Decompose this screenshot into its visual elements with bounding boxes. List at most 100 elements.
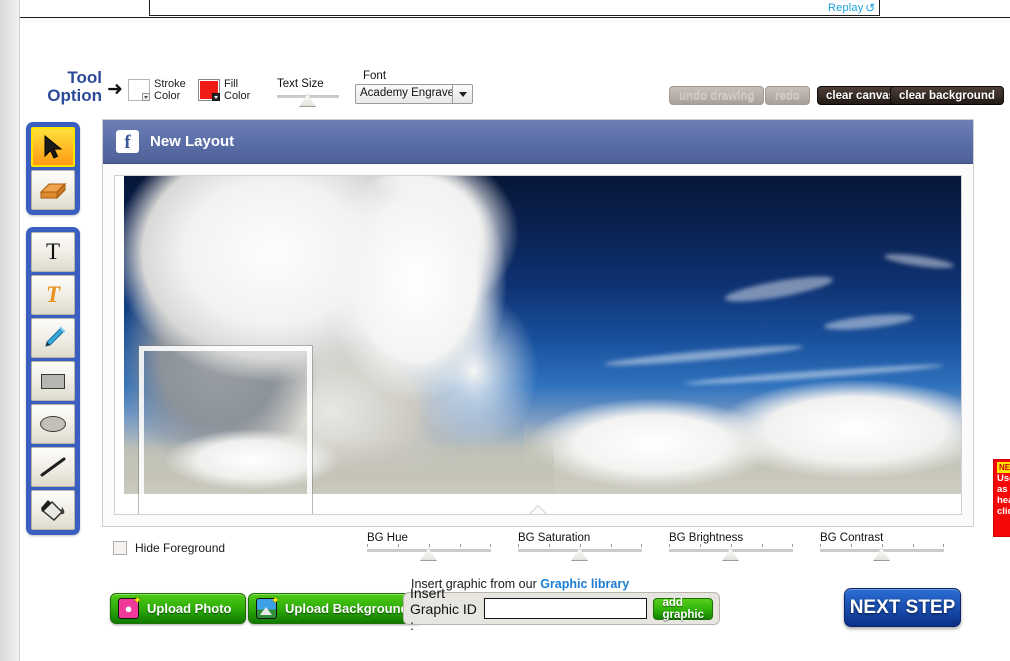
styled-text-T-icon: T [45, 282, 61, 307]
text-size-label: Text Size [277, 78, 324, 90]
tool-option-title-line2: Option [47, 86, 102, 105]
stroke-color-label: Stroke Color [154, 78, 186, 102]
cursor-arrow-icon [44, 134, 63, 159]
ellipse-shape-icon [40, 416, 66, 432]
notice-line-2: as [997, 484, 1008, 495]
font-select-value: Academy Engrave [356, 85, 452, 103]
new-badge: NEW [997, 462, 1010, 473]
clear-canvas-label: clear canvas [826, 89, 896, 102]
pen-icon [45, 326, 66, 347]
person-photo-icon: ● ✦ [118, 595, 142, 619]
fill-color-control[interactable]: Fill Color [198, 78, 250, 102]
tool-styled-text[interactable]: T [31, 275, 75, 315]
sparkle-icon: ✦ [270, 595, 280, 607]
next-step-button[interactable]: NEXT STEP [844, 588, 961, 627]
fill-color-label: Fill Color [224, 78, 251, 102]
canvas-collapse-chevron-icon[interactable] [529, 506, 547, 514]
bg-brightness-ticks [669, 544, 793, 548]
top-partial-panel [149, 0, 880, 16]
cloud-bank-right [524, 374, 961, 494]
upload-photo-button[interactable]: ● ✦ Upload Photo [110, 593, 246, 624]
graphic-id-input[interactable] [484, 598, 648, 619]
sparkle-icon: ✦ [132, 595, 142, 607]
font-select[interactable]: Academy Engrave [355, 84, 473, 104]
redo-label: redo [775, 89, 800, 102]
selection-rectangle[interactable] [139, 346, 312, 514]
bg-brightness-label: BG Brightness [669, 532, 744, 544]
chevron-down-icon[interactable] [142, 93, 150, 101]
tool-eraser[interactable] [31, 170, 75, 210]
fill-color-swatch[interactable] [198, 79, 220, 101]
eraser-icon [39, 182, 67, 200]
bg-saturation-label: BG Saturation [518, 532, 591, 544]
tool-palette-primary [26, 122, 80, 215]
undo-drawing-label: undo drawing [679, 89, 755, 102]
replay-label: Replay [828, 2, 864, 14]
bg-contrast-slider[interactable]: BG Contrast [820, 532, 944, 561]
bg-contrast-ticks [820, 544, 944, 548]
right-arrow-icon: ➜ [107, 79, 123, 100]
wisp-cloud-5 [883, 251, 955, 271]
app-root: Replay ↻ Tool Option ➜ Stroke Color Fill… [0, 0, 1010, 661]
bg-brightness-slider[interactable]: BG Brightness [669, 532, 793, 561]
bg-hue-ticks [367, 544, 491, 548]
upload-background-label: Upload Background [285, 601, 409, 616]
clear-background-label: clear background [899, 89, 995, 102]
undo-drawing-button[interactable]: undo drawing [669, 86, 765, 105]
tool-ellipse[interactable] [31, 404, 75, 444]
upload-background-button[interactable]: ✦ Upload Background [248, 593, 423, 624]
upload-photo-label: Upload Photo [147, 601, 232, 616]
replay-link[interactable]: Replay ↻ [828, 1, 876, 15]
tool-text[interactable]: T [31, 232, 75, 272]
left-gutter [0, 0, 20, 661]
insert-graphic-panel: Insert Graphic ID : add graphic [403, 585, 720, 633]
design-canvas[interactable] [114, 175, 962, 515]
hide-foreground-checkbox[interactable] [113, 541, 127, 555]
rectangle-shape-icon [41, 373, 65, 389]
font-control[interactable]: Font Academy Engrave [355, 70, 473, 104]
redo-button[interactable]: redo [765, 86, 810, 105]
selection-resize-handle[interactable] [221, 514, 230, 515]
facebook-icon: f [116, 130, 139, 153]
notice-line-3: hea [997, 495, 1010, 506]
hide-foreground-label: Hide Foreground [135, 541, 226, 555]
new-feature-notice[interactable]: NEW Use as hea clic [993, 459, 1010, 537]
layout-editor-window: f New Layout [102, 119, 974, 527]
stroke-color-control[interactable]: Stroke Color [128, 78, 186, 102]
text-T-icon: T [45, 239, 61, 264]
tool-paint-bucket[interactable] [31, 490, 75, 530]
hide-foreground-control[interactable]: Hide Foreground [113, 541, 225, 555]
chevron-down-icon[interactable] [452, 85, 472, 103]
font-label: Font [363, 70, 387, 82]
bg-hue-label: BG Hue [367, 532, 408, 544]
graphic-library-link[interactable]: Graphic library [540, 577, 629, 591]
graphic-id-label: Insert Graphic ID : [410, 584, 477, 633]
next-step-label: NEXT STEP [849, 596, 956, 618]
text-size-slider[interactable]: Text Size [277, 78, 339, 107]
tool-pen[interactable] [31, 318, 75, 358]
chevron-down-icon[interactable] [212, 93, 220, 101]
wisp-cloud-1 [723, 271, 835, 307]
tool-option-title: Tool Option [42, 69, 102, 105]
notice-line-4: clic [997, 506, 1010, 517]
stroke-color-swatch[interactable] [128, 79, 150, 101]
bg-contrast-label: BG Contrast [820, 532, 884, 544]
editor-header: f New Layout [103, 120, 973, 164]
notice-line-1: Use [997, 473, 1010, 484]
tool-line[interactable] [31, 447, 75, 487]
add-graphic-button[interactable]: add graphic [653, 596, 713, 621]
tool-palette-shapes: T T [26, 227, 80, 535]
top-divider-shadow [20, 18, 1010, 23]
bg-saturation-ticks [518, 544, 642, 548]
refresh-icon: ↻ [865, 1, 876, 15]
bg-hue-slider[interactable]: BG Hue [367, 532, 491, 561]
wisp-cloud-3 [603, 342, 805, 369]
paint-bucket-icon [41, 500, 65, 521]
tool-rectangle[interactable] [31, 361, 75, 401]
clear-background-button[interactable]: clear background [890, 86, 1004, 105]
wisp-cloud-2 [823, 311, 915, 333]
tool-select-arrow[interactable] [31, 127, 75, 167]
add-graphic-label: add graphic [662, 596, 704, 621]
bg-saturation-slider[interactable]: BG Saturation [518, 532, 642, 561]
landscape-image-icon: ✦ [256, 595, 280, 619]
